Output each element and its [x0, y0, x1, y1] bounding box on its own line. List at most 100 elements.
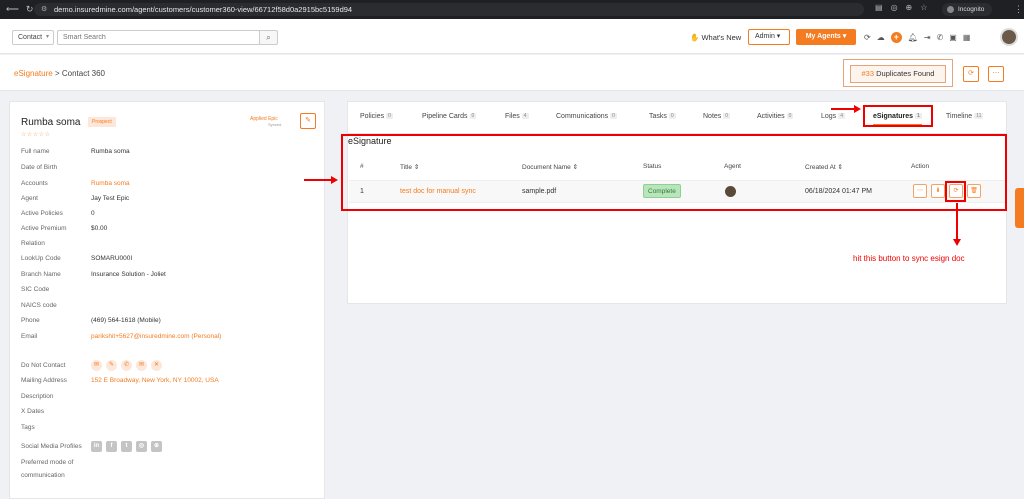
annotation-arrow-head-table [331, 176, 338, 184]
duplicates-found-button[interactable]: #33 Duplicates Found [850, 65, 946, 83]
refresh-icon[interactable]: ↻ [26, 4, 34, 15]
translate-icon[interactable]: ▤ [875, 3, 883, 12]
zoom-icon[interactable]: ⊕ [906, 3, 913, 12]
field-value: 0 [91, 210, 95, 217]
address-bar[interactable]: ⚙ demo.insuredmine.com/agent/customers/c… [34, 3, 864, 16]
tab-activities[interactable]: Activities 0 [757, 113, 794, 120]
phone-icon[interactable]: ✆ [937, 33, 944, 42]
field-label: Relation [21, 240, 45, 247]
field-label: Date of Birth [21, 164, 58, 171]
app-header: Contact ▾ ⌕ ✋ What's New Admin ▾ My Agen… [0, 19, 1024, 54]
field-label: Branch Name [21, 271, 61, 278]
field-label: Email [21, 333, 38, 340]
annotation-text: hit this button to sync esign doc [853, 254, 965, 263]
eye-off-icon[interactable]: ◎ [891, 3, 898, 12]
field-label: Description [21, 393, 54, 400]
calculator-icon[interactable]: ▦ [963, 33, 971, 42]
breadcrumb-current: Contact 360 [61, 69, 105, 78]
tab-communications[interactable]: Communications 0 [556, 113, 617, 120]
globe-icon[interactable]: ⊕ [151, 441, 162, 452]
field-label: Tags [21, 424, 35, 431]
field-label: Mailing Address [21, 377, 67, 384]
cloud-icon[interactable]: ☁ [877, 33, 885, 42]
field-label: Phone [21, 317, 40, 324]
pencil-icon: ✎ [305, 117, 311, 124]
browser-actions: ▤ ◎ ⊕ ☆ [875, 3, 927, 12]
search-scope-label: Contact [18, 34, 43, 41]
field-label: communication [21, 472, 65, 479]
tab-timeline[interactable]: Timeline 11 [946, 113, 984, 120]
annotation-arrow-head-sync [953, 239, 961, 246]
admin-select[interactable]: Admin ▾ [748, 29, 790, 45]
bell-icon[interactable]: 🔔︎ [908, 33, 918, 42]
annotation-arrow-table [304, 179, 332, 181]
more-options-button[interactable]: ⋯ [988, 66, 1004, 82]
annotation-box-esignatures-tab [863, 105, 933, 127]
exit-icon[interactable]: ⇥ [924, 33, 931, 42]
facebook-icon[interactable]: f [106, 441, 117, 452]
twitter-icon[interactable]: t [121, 441, 132, 452]
whats-new-link[interactable]: ✋ What's New [690, 33, 741, 42]
tab-logs[interactable]: Logs 4 [821, 113, 845, 120]
contact-name: Rumba soma [21, 117, 81, 128]
browser-menu-icon[interactable]: ⋮ [1014, 4, 1023, 15]
applied-epic-sub: Synced [268, 122, 282, 127]
incognito-badge: Incognito [942, 3, 993, 16]
field-value[interactable]: parikshit+5627@insuredmine.com (Personal… [91, 333, 221, 340]
mail-icon[interactable]: ✉ [91, 360, 102, 371]
smart-search-input[interactable] [57, 30, 260, 45]
field-label: Preferred mode of [21, 459, 74, 466]
bookmark-star-icon[interactable]: ☆ [920, 3, 927, 12]
browser-nav: ⟵ ↻ [6, 4, 33, 15]
refresh-button[interactable]: ⟳ [963, 66, 979, 82]
breadcrumb-root-link[interactable]: eSignature [14, 69, 53, 78]
field-value: Jay Test Epic [91, 195, 130, 202]
field-label: NAICS code [21, 302, 57, 309]
header-icon-group: ⟳ ☁ + 🔔︎ ⇥ ✆ ▣ ▦ [864, 32, 970, 43]
chip-icon[interactable]: ▣ [949, 33, 957, 42]
search-scope-select[interactable]: Contact ▾ [12, 30, 54, 45]
field-label: Accounts [21, 180, 48, 187]
instagram-icon[interactable]: ◎ [136, 441, 147, 452]
phone-icon[interactable]: ✆ [121, 360, 132, 371]
tab-notes[interactable]: Notes 0 [703, 113, 731, 120]
tab-tasks[interactable]: Tasks 0 [649, 113, 676, 120]
breadcrumb-separator: > [54, 69, 60, 78]
add-icon[interactable]: + [890, 32, 902, 43]
ellipsis-icon: ⋯ [992, 70, 1000, 77]
applied-epic-badge: Applied Epic Synced [250, 116, 281, 127]
field-label: Social Media Profiles [21, 443, 82, 450]
sync-icon[interactable]: ⟳ [864, 33, 871, 42]
search-icon[interactable]: ⌕ [259, 30, 278, 45]
field-label: SIC Code [21, 286, 50, 293]
my-agents-button[interactable]: My Agents ▾ [796, 29, 856, 45]
field-value[interactable]: 152 E Broadway, New York, NY 10002, USA [91, 377, 219, 384]
help-tab[interactable] [1015, 188, 1024, 228]
field-value[interactable]: Rumba soma [91, 180, 130, 187]
linkedin-icon[interactable]: in [91, 441, 102, 452]
email-off-icon[interactable]: ✕ [151, 360, 162, 371]
user-avatar[interactable] [1000, 28, 1018, 46]
edit-contact-button[interactable]: ✎ [300, 113, 316, 129]
field-value: Insurance Solution - Joliet [91, 271, 166, 278]
annotation-box-esignature-table [341, 134, 1007, 211]
tab-pipeline-cards[interactable]: Pipeline Cards 0 [422, 113, 477, 120]
field-label: Do Not Contact [21, 362, 66, 369]
field-value: SOMARU000I [91, 255, 133, 262]
field-value: $0.00 [91, 225, 108, 232]
contact-details-panel: Rumba soma Prospect ☆☆☆☆☆ Applied Epic S… [9, 101, 325, 499]
tab-policies[interactable]: Policies 0 [360, 113, 393, 120]
duplicates-label: Duplicates Found [876, 69, 935, 78]
tab-files[interactable]: Files 4 [505, 113, 529, 120]
breadcrumb: eSignature > Contact 360 [14, 69, 105, 78]
sms-icon[interactable]: ✉ [136, 360, 147, 371]
field-label: Agent [21, 195, 38, 202]
duplicates-count: #33 [861, 69, 875, 78]
rating-stars[interactable]: ☆☆☆☆☆ [21, 131, 50, 138]
back-icon[interactable]: ⟵ [6, 4, 19, 15]
breadcrumb-bar: eSignature > Contact 360 #33 Duplicates … [0, 55, 1024, 91]
chat-icon[interactable]: ✎ [106, 360, 117, 371]
site-info-icon[interactable]: ⚙ [41, 3, 47, 16]
field-value: (469) 564-1618 (Mobile) [91, 317, 161, 324]
field-label: Full name [21, 148, 50, 155]
